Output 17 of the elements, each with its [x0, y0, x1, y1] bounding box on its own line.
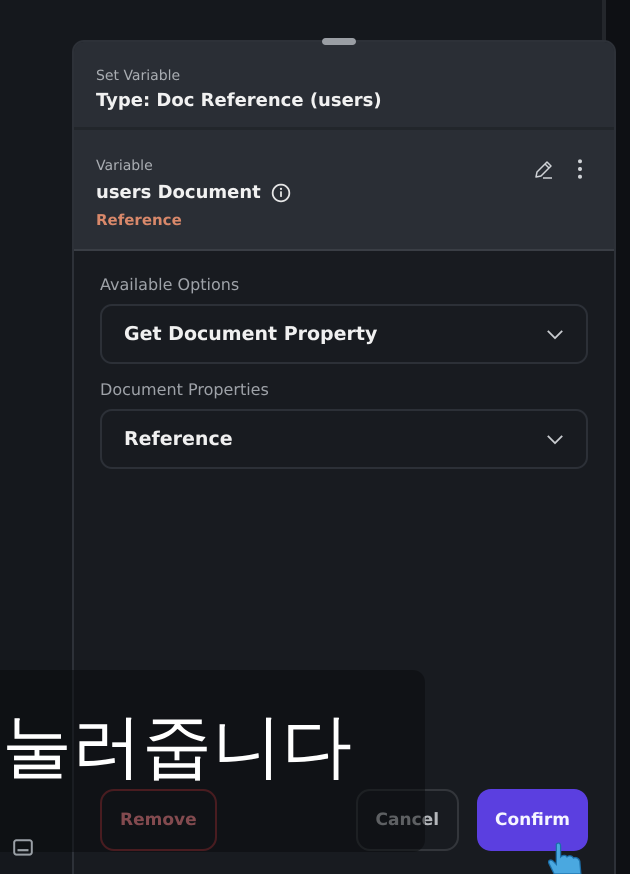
type-label: Type: Doc Reference (users) [96, 90, 383, 111]
info-icon[interactable] [270, 182, 291, 202]
dropdown[interactable]: Get Document Property [100, 304, 588, 364]
variable-type: Reference [96, 211, 183, 229]
panel-title: Set Variable [96, 68, 182, 84]
more-icon[interactable] [576, 158, 584, 180]
dropdown[interactable]: Reference [100, 409, 588, 469]
variable-name: users Document [96, 182, 261, 203]
subtitle-text: 눌러줍니다 [2, 710, 352, 782]
drag-handle[interactable] [322, 38, 356, 45]
variable-label: Variable [96, 158, 154, 174]
confirm-button[interactable]: Confirm [477, 789, 588, 851]
field-label: Available Options [100, 275, 240, 294]
chevron-down-icon [546, 328, 564, 340]
chevron-down-icon [546, 434, 564, 444]
field-label: Document Properties [100, 380, 270, 399]
monitor-icon[interactable] [12, 838, 34, 858]
